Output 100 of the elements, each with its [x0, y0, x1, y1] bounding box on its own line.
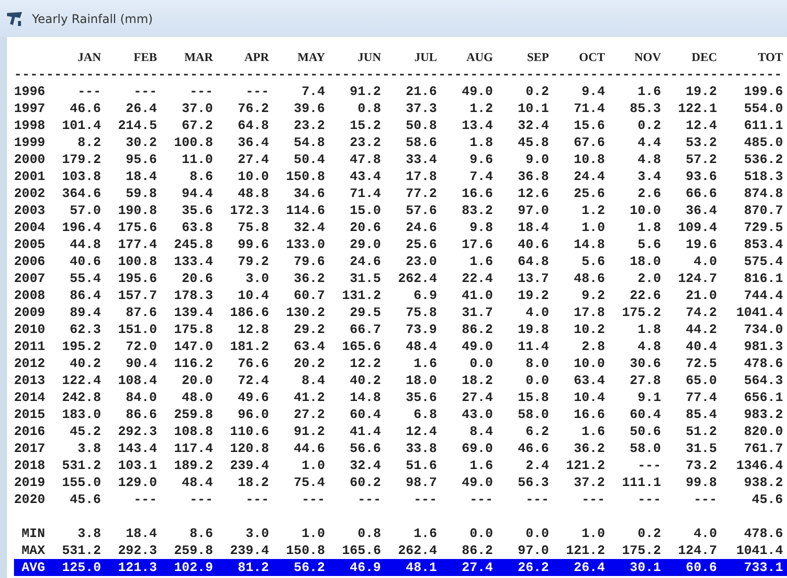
table-cell-text: 40.2 [68, 355, 101, 372]
table-cell-text: 0.8 [356, 525, 381, 542]
table-cell-text: 26.2 [516, 559, 549, 576]
table-cell-text: 51.2 [684, 423, 717, 440]
table-cell-text: 478.6 [742, 525, 783, 542]
table-cell-text: 518.3 [742, 168, 783, 185]
table-row[interactable]: MAX 531.2 292.3 259.8 239.4 150.8 165.6 262.4 86.2 97.0 121.2 175.2 124.7 1041.4 [14, 542, 787, 559]
table-row[interactable]: 2019 155.0 129.0 48.4 18.2 75.4 60.2 98.7 49.0 56.3 37.2 111.1 99.8 938.2 [14, 474, 787, 491]
table-cell-text: 30.6 [628, 355, 661, 372]
table-row[interactable]: 2010 62.3 151.0 175.8 12.8 29.2 66.7 73.9 86.2 19.8 10.2 1.8 44.2 734.0 [14, 321, 787, 338]
table-cell-text: 175.2 [620, 304, 661, 321]
table-cell-text: 9.0 [524, 151, 549, 168]
table-cell-text: 31.5 [684, 440, 717, 457]
table-cell-text: 981.3 [742, 338, 783, 355]
table-cell-text: 97.0 [516, 542, 549, 559]
table-cell-text: 64.8 [516, 253, 549, 270]
table-cell-text: 91.2 [348, 83, 381, 100]
table-cell-text: 37.0 [180, 100, 213, 117]
row-label: 2013 [14, 372, 45, 389]
table-cell-text: 110.6 [228, 423, 269, 440]
table-row[interactable]: 2000 179.2 95.6 11.0 27.4 50.4 47.8 33.4 9.6 9.0 10.8 4.8 57.2 536.2 [14, 151, 787, 168]
table-cell-text: 57.2 [684, 151, 717, 168]
table-row[interactable]: 2001 103.8 18.4 8.6 10.0 150.8 43.4 17.8 7.4 36.8 24.4 3.4 93.6 518.3 [14, 168, 787, 185]
table-cell-text: 14.8 [572, 236, 605, 253]
table-cell-text: 34.6 [292, 185, 325, 202]
table-cell-text: 49.0 [460, 83, 493, 100]
table-row[interactable]: 2012 40.2 90.4 116.2 76.6 20.2 12.2 1.6 0.0 8.0 10.0 30.6 72.5 478.6 [14, 355, 787, 372]
table-row[interactable]: 2016 45.2 292.3 108.8 110.6 91.2 41.4 12.4 8.4 6.2 1.6 50.6 51.2 820.0 [14, 423, 787, 440]
table-row[interactable]: 2014 242.8 84.0 48.0 49.6 41.2 14.8 35.6 27.4 15.8 10.4 9.1 77.4 656.1 [14, 389, 787, 406]
table-row[interactable]: 2018 531.2 103.1 189.2 239.4 1.0 32.4 51.6 1.6 2.4 121.2 --- 73.2 1346.4 [14, 457, 787, 474]
table-row[interactable]: 1999 8.2 30.2 100.8 36.4 54.8 23.2 58.6 1.8 45.8 67.6 4.4 53.2 485.0 [14, 134, 787, 151]
table-cell-text: 172.3 [228, 202, 269, 219]
table-row[interactable]: 1997 46.6 26.4 37.0 76.2 39.6 0.8 37.3 1.2 10.1 71.4 85.3 122.1 554.0 [14, 100, 787, 117]
table-cell-text: 87.6 [124, 304, 157, 321]
table-cell-text: 531.2 [60, 542, 101, 559]
table-cell-text: 29.2 [292, 321, 325, 338]
table-cell-text: 536.2 [742, 151, 783, 168]
table-cell-text: 40.4 [684, 338, 717, 355]
table-cell-text: 1.0 [580, 525, 605, 542]
table-cell-text: 22.6 [628, 287, 661, 304]
table-cell-text: 63.4 [572, 372, 605, 389]
table-row[interactable]: 2006 40.6 100.8 133.4 79.2 79.6 24.6 23.0 1.6 64.8 5.6 18.0 4.0 575.4 [14, 253, 787, 270]
table-cell-text: 29.5 [348, 304, 381, 321]
table-cell-text: 150.8 [284, 168, 325, 185]
table-cell-text: 124.7 [676, 542, 717, 559]
table-row[interactable]: 1996 --- --- --- --- 7.4 91.2 21.6 49.0 0.2 9.4 1.6 19.2 199.6 [14, 83, 787, 100]
table-cell-text: 47.8 [348, 151, 381, 168]
table-cell-text: 151.0 [116, 321, 157, 338]
table-row[interactable]: 2002 364.6 59.8 94.4 48.8 34.6 71.4 77.2 16.6 12.6 25.6 2.6 66.6 874.8 [14, 185, 787, 202]
selected-row[interactable]: AVG 125.0 121.3 102.9 81.2 56.2 46.9 48.1 27.4 26.2 26.4 30.1 60.6 733.1 [14, 559, 787, 576]
table-cell-text: 56.6 [348, 440, 381, 457]
table-cell-text: 1.6 [468, 253, 493, 270]
table-cell-text: 239.4 [228, 542, 269, 559]
table-cell-text: 46.9 [348, 559, 381, 576]
table-cell-text: 245.8 [172, 236, 213, 253]
table-cell-text: 6.2 [524, 423, 549, 440]
table-cell-text: 16.6 [572, 406, 605, 423]
table-row[interactable]: 2009 89.4 87.6 139.4 186.6 130.2 29.5 75.8 31.7 4.0 17.8 175.2 74.2 1041.4 [14, 304, 787, 321]
table-row[interactable]: 2013 122.4 108.4 20.0 72.4 8.4 40.2 18.0 18.2 0.0 63.4 27.8 65.0 564.3 [14, 372, 787, 389]
table-cell-text: 1.0 [580, 219, 605, 236]
table-cell-text: 27.8 [628, 372, 661, 389]
table-row[interactable]: 2008 86.4 157.7 178.3 10.4 60.7 131.2 6.9 41.0 19.2 9.2 22.6 21.0 744.4 [14, 287, 787, 304]
table-cell-text: 23.0 [404, 253, 437, 270]
table-row[interactable]: MIN 3.8 18.4 8.6 3.0 1.0 0.8 1.6 0.0 0.0 1.0 0.2 4.0 478.6 [14, 525, 787, 542]
table-row[interactable]: 2011 195.2 72.0 147.0 181.2 63.4 165.6 48.4 49.0 11.4 2.8 4.8 40.4 981.3 [14, 338, 787, 355]
table-cell-text: 120.8 [228, 440, 269, 457]
table-cell-text: 108.8 [172, 423, 213, 440]
table-cell-text: 31.7 [460, 304, 493, 321]
table-cell-text: 32.4 [516, 117, 549, 134]
column-header: APR [243, 49, 269, 66]
table-cell-text: 761.7 [742, 440, 783, 457]
table-cell-text: 75.4 [292, 474, 325, 491]
table-cell-text: 3.8 [76, 440, 101, 457]
table-cell-text: 2.0 [636, 270, 661, 287]
table-cell-text: 65.0 [684, 372, 717, 389]
table-cell-text: 262.4 [396, 542, 437, 559]
table-cell-text: 12.4 [684, 117, 717, 134]
table-row[interactable]: 2003 57.0 190.8 35.6 172.3 114.6 15.0 57.6 83.2 97.0 1.2 10.0 36.4 870.7 [14, 202, 787, 219]
table-row[interactable]: 2005 44.8 177.4 245.8 99.6 133.0 29.0 25.6 17.6 40.6 14.8 5.6 19.6 853.4 [14, 236, 787, 253]
table-cell-text: 12.4 [404, 423, 437, 440]
table-cell-text: 73.2 [684, 457, 717, 474]
table-cell-text: 18.2 [236, 474, 269, 491]
row-label: 2020 [14, 491, 45, 508]
row-label: 2006 [14, 253, 45, 270]
table-cell-text: 816.1 [742, 270, 783, 287]
table-row[interactable]: 2007 55.4 195.6 20.6 3.0 36.2 31.5 262.4 22.4 13.7 48.6 2.0 124.7 816.1 [14, 270, 787, 287]
table-row[interactable]: 2015 183.0 86.6 259.8 96.0 27.2 60.4 6.8 43.0 58.0 16.6 60.4 85.4 983.2 [14, 406, 787, 423]
table-cell-text: 1041.4 [735, 304, 783, 321]
table-row[interactable]: 2017 3.8 143.4 117.4 120.8 44.6 56.6 33.8 69.0 46.6 36.2 58.0 31.5 761.7 [14, 440, 787, 457]
row-label: 1998 [14, 117, 45, 134]
table-row[interactable]: 2020 45.6 --- --- --- --- --- --- --- --- --- --- --- 45.6 [14, 491, 787, 508]
table-cell-text: 58.6 [404, 134, 437, 151]
table-cell-text: 564.3 [742, 372, 783, 389]
column-header: MAR [183, 49, 213, 66]
table-row[interactable]: 2004 196.4 175.6 63.8 75.8 32.4 20.6 24.6 9.8 18.4 1.0 1.8 109.4 729.5 [14, 219, 787, 236]
table-cell-text: 14.8 [348, 389, 381, 406]
table-cell-text: 48.1 [404, 559, 437, 576]
table-cell-text: 17.6 [460, 236, 493, 253]
table-row[interactable]: 1998 101.4 214.5 67.2 64.8 23.2 15.2 50.8 13.4 32.4 15.6 0.2 12.4 611.1 [14, 117, 787, 134]
table-cell-text: 94.4 [180, 185, 213, 202]
